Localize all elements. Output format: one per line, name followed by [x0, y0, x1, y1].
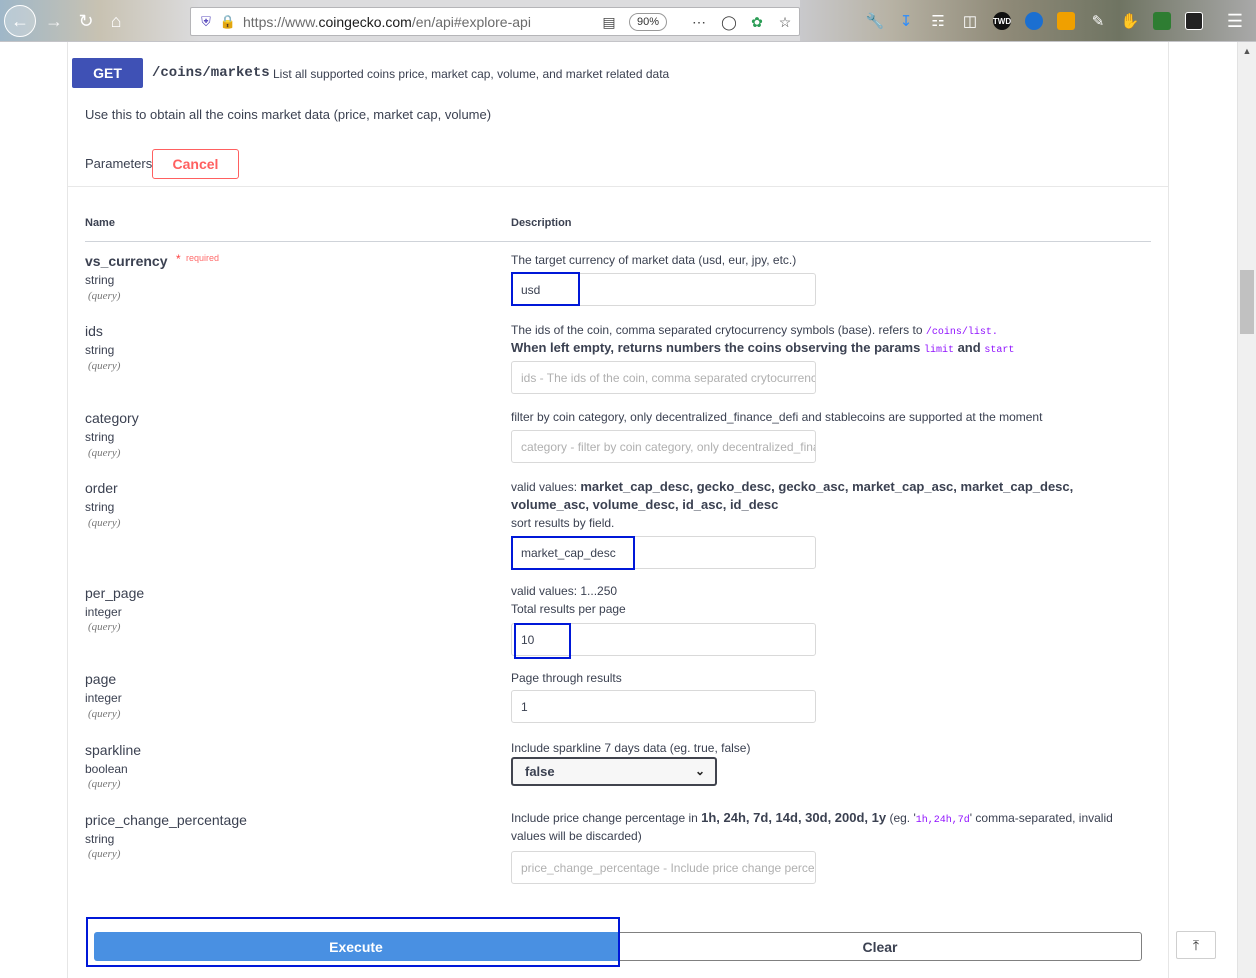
zoom-level[interactable]: 90% — [629, 13, 667, 31]
sidebar-icon[interactable]: ◫ — [959, 10, 981, 32]
sparkline-selected-value: false — [525, 764, 555, 779]
scrollbar-thumb[interactable] — [1240, 270, 1254, 334]
parameters-label: Parameters — [85, 156, 153, 171]
scroll-up-icon[interactable]: ▲ — [1238, 42, 1256, 60]
param-desc-category: filter by coin category, only decentrali… — [511, 410, 1043, 424]
param-location: (query) — [88, 621, 121, 633]
param-desc-order: valid values: market_cap_desc, gecko_des… — [511, 479, 1074, 494]
star-icon[interactable]: ☆ — [775, 12, 795, 32]
scroll-to-top-icon[interactable]: ⤒ — [1176, 931, 1216, 959]
cancel-button[interactable]: Cancel — [152, 149, 239, 179]
param-desc-price-change-line2: values will be discarded) — [511, 829, 642, 843]
param-desc-sparkline: Include sparkline 7 days data (eg. true,… — [511, 741, 751, 755]
column-header-name: Name — [85, 217, 115, 229]
highlight-box — [86, 917, 620, 967]
param-type: string — [85, 430, 115, 444]
param-name-per-page: per_page — [85, 585, 145, 601]
required-label: required — [186, 253, 220, 263]
param-type: integer — [85, 605, 122, 619]
wrench-icon[interactable]: 🔧 — [864, 10, 886, 32]
highlight-box — [514, 623, 571, 659]
param-type: string — [85, 832, 115, 846]
param-location: (query) — [88, 848, 121, 860]
back-icon[interactable]: ← — [4, 5, 36, 37]
puzzle-icon[interactable] — [1183, 10, 1205, 32]
category-input[interactable]: category - filter by coin category, only… — [511, 430, 816, 463]
reader-icon[interactable]: ▤ — [599, 12, 619, 32]
image-icon[interactable] — [1151, 10, 1173, 32]
param-name-vs-currency: vs_currency — [85, 253, 168, 269]
url-bar[interactable]: ⛨ 🔒 https://www.coingecko.com/en/api#exp… — [190, 7, 800, 36]
extension-icon[interactable]: ✿ — [747, 12, 767, 32]
param-name-price-change-percentage: price_change_percentage — [85, 812, 247, 828]
param-name-ids: ids — [85, 323, 103, 339]
param-name-page: page — [85, 671, 117, 687]
download-icon[interactable]: ↧ — [895, 10, 917, 32]
highlight-box — [511, 272, 580, 306]
param-location: (query) — [88, 360, 121, 372]
more-icon[interactable]: ⋯ — [689, 12, 709, 32]
param-name-order: order — [85, 480, 118, 496]
param-location: (query) — [88, 778, 121, 790]
param-type: boolean — [85, 762, 128, 776]
shield-icon[interactable]: ⛨ — [195, 11, 217, 33]
price-change-percentage-input[interactable]: price_change_percentage - Include price … — [511, 851, 816, 884]
browser-toolbar: ← → ↻ ⌂ ⛨ 🔒 https://www.coingecko.com/en… — [0, 0, 1256, 42]
header-divider — [85, 241, 1151, 242]
param-name-sparkline: sparkline — [85, 742, 142, 758]
menu-icon[interactable]: ☰ — [1224, 10, 1246, 32]
param-location: (query) — [88, 447, 121, 459]
column-header-description: Description — [511, 217, 572, 229]
param-desc-page: Page through results — [511, 671, 622, 685]
forward-icon[interactable]: → — [40, 7, 68, 35]
param-location: (query) — [88, 708, 121, 720]
home-icon[interactable]: ⌂ — [102, 7, 130, 35]
reload-icon[interactable]: ↻ — [72, 7, 100, 35]
param-name-category: category — [85, 410, 139, 426]
clear-button[interactable]: Clear — [618, 932, 1142, 961]
globe-icon[interactable] — [1023, 10, 1045, 32]
param-location: (query) — [88, 517, 121, 529]
hand-icon[interactable]: ✋ — [1119, 10, 1141, 32]
library-icon[interactable]: ☶ — [927, 10, 949, 32]
method-badge[interactable]: GET — [72, 58, 143, 88]
endpoint-path: /coins/markets — [152, 65, 270, 81]
param-desc-order-note: sort results by field. — [511, 516, 615, 530]
twd-icon[interactable]: TWD — [991, 10, 1013, 32]
page-input[interactable]: 1 — [511, 690, 816, 723]
monitor-icon[interactable] — [1055, 10, 1077, 32]
param-type: string — [85, 500, 115, 514]
param-type: string — [85, 343, 115, 357]
param-desc-vs-currency: The target currency of market data (usd,… — [511, 253, 797, 267]
notes-icon[interactable]: ✎ — [1087, 10, 1109, 32]
lock-icon[interactable]: 🔒 — [217, 11, 239, 33]
param-desc-per-page-note: Total results per page — [511, 602, 626, 616]
param-type: string — [85, 273, 115, 287]
required-star: * — [176, 252, 181, 266]
highlight-box — [511, 536, 635, 570]
pocket-icon[interactable]: ◯ — [719, 12, 739, 32]
vertical-scrollbar[interactable]: ▲ — [1237, 42, 1256, 978]
divider — [68, 186, 1168, 187]
endpoint-summary: List all supported coins price, market c… — [273, 67, 670, 81]
param-location: (query) — [88, 290, 121, 302]
param-desc-order-values: volume_asc, volume_desc, id_asc, id_desc — [511, 497, 779, 512]
sparkline-select[interactable]: false ⌄ — [511, 757, 717, 786]
param-type: integer — [85, 691, 122, 705]
url-text[interactable]: https://www.coingecko.com/en/api#explore… — [243, 14, 531, 30]
param-desc-per-page: valid values: 1...250 — [511, 584, 618, 598]
param-desc-ids-note: When left empty, returns numbers the coi… — [511, 340, 1015, 356]
chevron-down-icon: ⌄ — [694, 764, 705, 778]
ids-input[interactable]: ids - The ids of the coin, comma separat… — [511, 361, 816, 394]
endpoint-description: Use this to obtain all the coins market … — [85, 107, 492, 122]
